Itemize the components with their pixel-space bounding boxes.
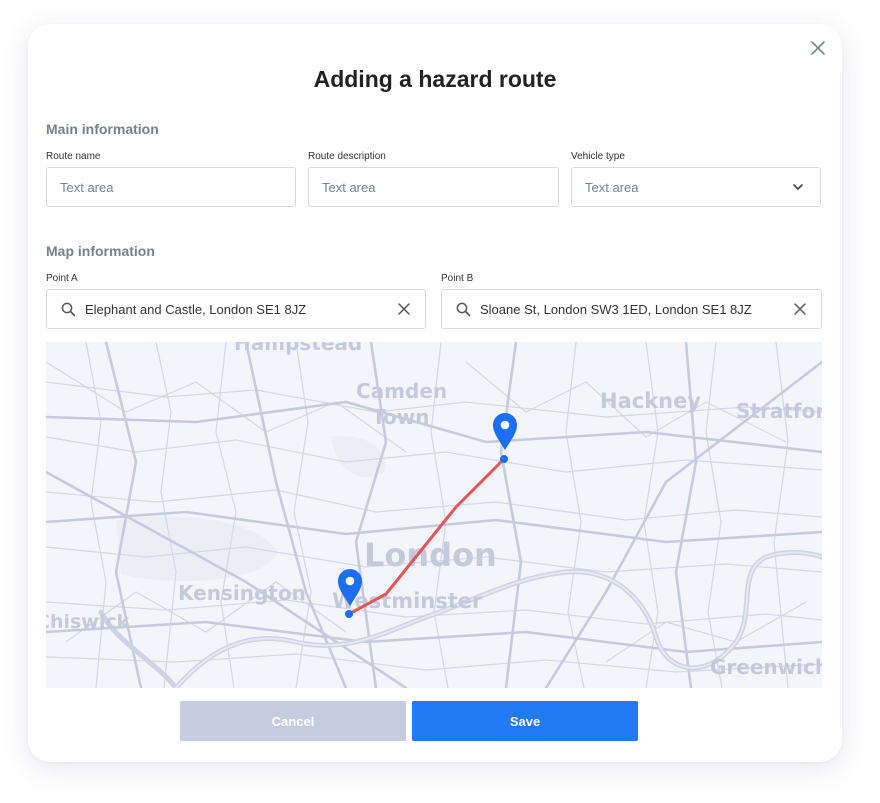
route-name-label: Route name bbox=[46, 151, 101, 162]
route-description-input[interactable]: Text area bbox=[308, 167, 559, 207]
point-a-label: Point A bbox=[46, 273, 78, 284]
save-button[interactable]: Save bbox=[412, 701, 638, 741]
map-label-hackney: Hackney bbox=[600, 389, 701, 413]
cancel-button[interactable]: Cancel bbox=[180, 701, 406, 741]
map-label-london: London bbox=[364, 536, 497, 574]
point-b-label: Point B bbox=[441, 273, 474, 284]
route-end-dot bbox=[500, 455, 508, 463]
route-map[interactable]: Hampstead Camden Town Hackney Stratford … bbox=[46, 342, 822, 688]
vehicle-type-label: Vehicle type bbox=[571, 151, 625, 162]
close-icon bbox=[811, 41, 825, 55]
map-label-town: Town bbox=[372, 405, 429, 429]
clear-point-a-button[interactable] bbox=[397, 302, 411, 316]
dialog-title: Adding a hazard route bbox=[313, 66, 557, 92]
route-start-dot bbox=[345, 610, 353, 618]
vehicle-type-placeholder: Text area bbox=[585, 179, 639, 195]
map-label-stratford: Stratford bbox=[736, 399, 822, 423]
map-label-camden: Camden bbox=[356, 379, 447, 403]
route-description-label: Route description bbox=[308, 151, 386, 162]
map-information-heading: Map information bbox=[46, 243, 155, 259]
close-icon bbox=[794, 303, 806, 315]
point-b-marker-icon[interactable] bbox=[493, 413, 517, 450]
map-label-chiswick: Chiswick bbox=[46, 611, 130, 633]
close-icon bbox=[398, 303, 410, 315]
map-label-hampstead: Hampstead bbox=[234, 342, 362, 355]
search-icon bbox=[61, 302, 76, 317]
point-b-value: Sloane St, London SW3 1ED, London SE1 8J… bbox=[480, 301, 752, 317]
map-label-greenwich: Greenwich bbox=[710, 655, 822, 679]
map-label-kensington: Kensington bbox=[178, 581, 306, 605]
close-button[interactable] bbox=[808, 38, 828, 58]
chevron-down-icon bbox=[792, 181, 804, 196]
route-name-placeholder: Text area bbox=[60, 179, 114, 195]
hazard-route-dialog: Adding a hazard route Main information R… bbox=[28, 24, 842, 762]
main-information-heading: Main information bbox=[46, 121, 159, 137]
clear-point-b-button[interactable] bbox=[793, 302, 807, 316]
point-a-input[interactable]: Elephant and Castle, London SE1 8JZ bbox=[46, 289, 426, 329]
route-name-input[interactable]: Text area bbox=[46, 167, 296, 207]
vehicle-type-select[interactable]: Text area bbox=[571, 167, 821, 207]
route-description-placeholder: Text area bbox=[322, 179, 376, 195]
search-icon bbox=[456, 302, 471, 317]
map-canvas: Hampstead Camden Town Hackney Stratford … bbox=[46, 342, 822, 688]
point-a-value: Elephant and Castle, London SE1 8JZ bbox=[85, 301, 307, 317]
point-b-input[interactable]: Sloane St, London SW3 1ED, London SE1 8J… bbox=[441, 289, 822, 329]
